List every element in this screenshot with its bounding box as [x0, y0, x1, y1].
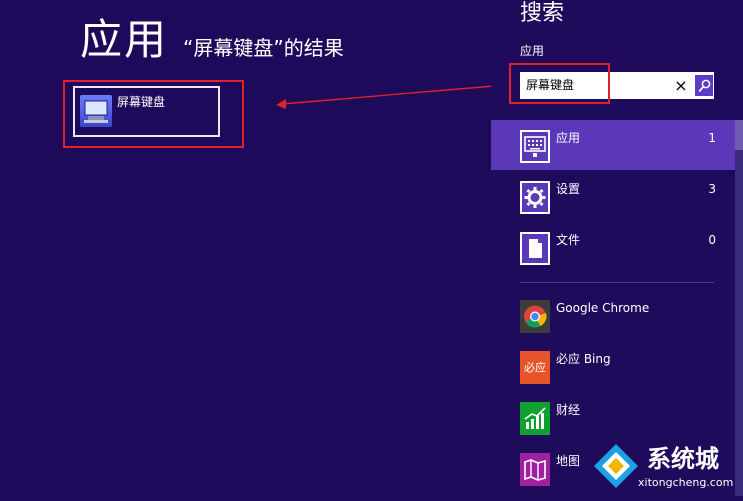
watermark-text: 系统城 — [647, 445, 719, 473]
app-row-google-chrome[interactable]: Google Chrome — [491, 300, 743, 348]
document-icon — [520, 232, 550, 265]
annotation-arrow — [276, 84, 507, 109]
clear-search-button[interactable]: × — [670, 74, 692, 97]
chrome-icon — [520, 300, 550, 333]
gear-icon — [520, 181, 550, 214]
scope-row-apps[interactable]: 应用 1 — [491, 120, 743, 170]
scope-count-apps: 1 — [708, 131, 716, 145]
scope-label-apps: 应用 — [556, 131, 581, 145]
scope-row-files[interactable]: 文件 0 — [491, 222, 743, 272]
app-label-bing: 必应 Bing — [556, 352, 611, 366]
search-button[interactable] — [694, 74, 714, 97]
bing-icon: 必应 — [520, 351, 550, 384]
watermark-subtext: xitongcheng.com — [638, 476, 734, 489]
search-heading: 搜索 — [520, 1, 565, 26]
highlight-box-search — [509, 63, 610, 104]
app-label-finance: 财经 — [556, 403, 581, 417]
scope-count-files: 0 — [708, 233, 716, 247]
magnifier-icon — [698, 79, 711, 93]
maps-icon — [520, 453, 550, 486]
app-row-bing[interactable]: 必应 必应 Bing — [491, 351, 743, 399]
scope-label-settings: 设置 — [556, 182, 581, 196]
app-label-maps: 地图 — [556, 454, 581, 468]
app-label-chrome: Google Chrome — [556, 301, 650, 315]
finance-chart-icon — [520, 402, 550, 435]
scope-row-settings[interactable]: 设置 3 — [491, 171, 743, 221]
scrollbar-thumb[interactable] — [735, 120, 743, 150]
scope-count-settings: 3 — [708, 182, 716, 196]
watermark: 系统城 xitongcheng.com — [590, 438, 743, 496]
results-page-title: 应用 — [80, 15, 169, 64]
section-divider — [520, 282, 714, 283]
watermark-logo-icon — [594, 444, 638, 488]
search-pane: 搜索 应用 × 应用 1 — [491, 0, 743, 496]
results-subtitle: “屏幕键盘”的结果 — [183, 36, 344, 60]
scope-label-files: 文件 — [556, 233, 581, 247]
keyboard-grid-icon — [520, 130, 550, 163]
highlight-box-result — [63, 80, 244, 148]
search-scope-label: 应用 — [520, 44, 545, 58]
